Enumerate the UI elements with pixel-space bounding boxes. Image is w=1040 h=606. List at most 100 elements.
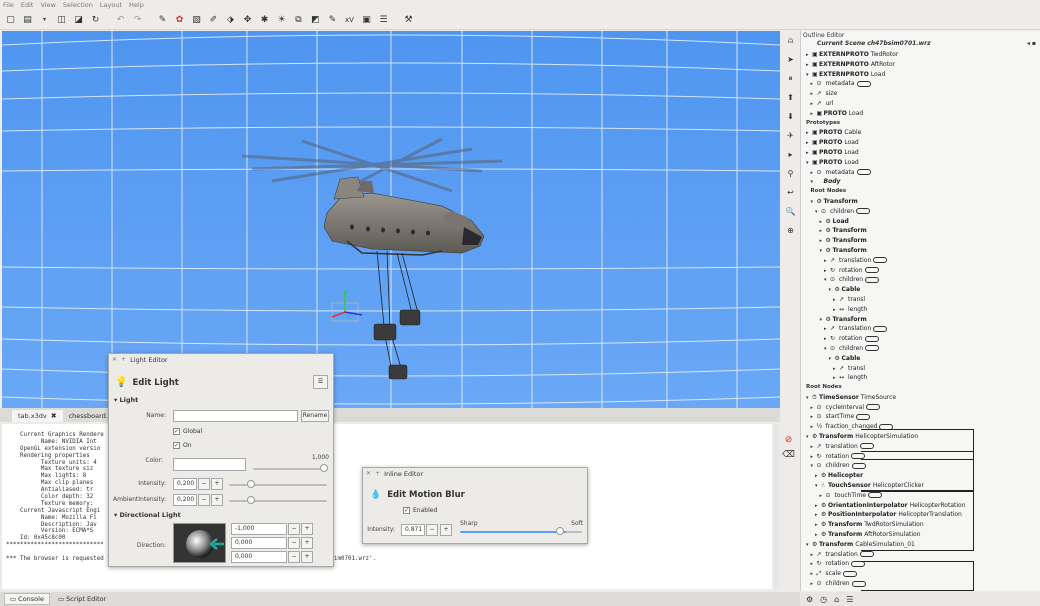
tree-node[interactable]: ▸ ▣PROTO Load [801,138,1040,148]
up-icon[interactable]: ⬆ [783,90,798,105]
tree-node[interactable]: ▸ ⊙ metadata [801,168,1040,178]
tree-node[interactable]: ▸ ⊙ startTime [801,412,1040,422]
field-icon[interactable]: ▣ [359,12,374,27]
examine-icon[interactable]: ⚲ [783,166,798,181]
direction-z-minus[interactable]: − [288,551,300,563]
color-slider-knob[interactable] [320,464,328,472]
field-route-icon[interactable] [859,551,874,558]
direction-y-plus[interactable]: + [301,537,313,549]
list-view-icon[interactable]: ☰ [846,595,853,604]
ambient-field[interactable]: 0,200 [173,494,197,506]
zoom-in-icon[interactable]: ⊕ [783,223,798,238]
color-slider[interactable] [253,468,327,470]
tree-node[interactable]: ▾ ▣PROTO Load [801,158,1040,168]
tree-node[interactable]: ▸ ▣EXTERNPROTO AftRotor [801,60,1040,70]
tree-node[interactable]: ▾ Body [801,177,1040,187]
outline-controls-icon[interactable]: ◂ ▪ [1027,40,1036,49]
tree-node[interactable]: ▸ ↻ rotation [801,334,1040,344]
close-icon[interactable]: ✖ [51,412,57,420]
tree-node[interactable]: ▸ ↗ translation [801,550,1040,560]
blur-intensity-field[interactable]: 0,871 [401,524,425,536]
direction-z-plus[interactable]: + [301,551,313,563]
list-icon[interactable]: ☰ [376,12,391,27]
clear-icon[interactable]: ⌫ [781,447,796,462]
tree-node[interactable]: ▾ ⊙ children [801,207,1040,217]
tree-node[interactable]: ▸ ↗ translation [801,256,1040,266]
next-icon[interactable]: ▸ [783,147,798,162]
enabled-checkbox[interactable]: ✓ Enabled [403,507,437,514]
tree-node[interactable]: ▸ ▣EXTERNPROTO TwdRotor [801,50,1040,60]
close-icon[interactable]: ✕ [366,470,371,477]
field-route-icon[interactable] [865,276,880,283]
tree-node[interactable]: ▸ ↗ size [801,89,1040,99]
history-icon[interactable]: ◷ [820,595,827,604]
field-route-icon[interactable] [865,345,880,352]
zoom-icon[interactable]: 🔍 [783,204,798,219]
settings-icon[interactable]: ⚙ [806,595,813,604]
name-field[interactable] [173,410,298,422]
tree-node[interactable]: ▸ ⚙ Load [801,217,1040,227]
undo-icon[interactable]: ↶ [113,12,128,27]
tree-node[interactable]: ▾ ⚙ Transform [801,246,1040,256]
menu-layout[interactable]: Layout [100,1,122,9]
script-icon[interactable]: xV [342,12,357,27]
tree-node[interactable]: ▾ ⚙ Cable [801,354,1040,364]
inline-editor-titlebar[interactable]: ✕ + Inline Editor [363,468,587,479]
tree-node[interactable]: ▾ ⊙ children [801,275,1040,285]
on-checkbox[interactable]: ✓ On [173,442,192,449]
direction-x-minus[interactable]: − [288,523,300,535]
intensity-slider-knob[interactable] [247,480,255,488]
rename-button[interactable]: Rename [301,410,329,422]
field-route-icon[interactable] [873,257,888,264]
new-icon[interactable]: ▢ [3,12,18,27]
tab-script-editor[interactable]: ▭ Script Editor [53,594,111,604]
direction-x-plus[interactable]: + [301,523,313,535]
color-icon[interactable]: ✿ [172,12,187,27]
tree-node[interactable]: ▸ ↔ length [801,373,1040,383]
tab-console[interactable]: ▭ Console [4,593,50,605]
tree-node[interactable]: ▾ ⚙ Transform [801,197,1040,207]
intensity-field[interactable]: 0,200 [173,478,197,490]
intensity-plus-button[interactable]: + [211,478,223,490]
light-editor-titlebar[interactable]: ✕ + Light Editor [109,354,333,365]
ambient-slider[interactable] [229,500,327,502]
tree-node[interactable]: ▸ ⊙ metadata [801,79,1040,89]
ambient-minus-button[interactable]: − [198,494,210,506]
direction-y-minus[interactable]: − [288,537,300,549]
tree-node[interactable]: ▾ ▣EXTERNPROTO Load [801,70,1040,80]
save-as-icon[interactable]: ◪ [71,12,86,27]
field-route-icon[interactable] [856,208,871,215]
field-route-icon[interactable] [865,404,880,411]
tree-node[interactable]: ▸ ⚙ Transform [801,236,1040,246]
home-icon[interactable]: ⌂ [834,595,839,604]
ambient-slider-knob[interactable] [247,496,255,504]
tab-x3dv[interactable]: tab.x3dv ✖ [12,410,63,422]
dropdown-icon[interactable]: ▾ [37,12,52,27]
tree-node[interactable]: ▸ ↔ length [801,305,1040,315]
stop-icon[interactable]: ⊘ [781,432,796,447]
tree-node[interactable]: ▸ ▣PROTO Load [801,109,1040,119]
move-icon[interactable]: ⬗ [223,12,238,27]
tree-node[interactable]: ▾ ⚙ Cable [801,285,1040,295]
tree-node[interactable]: ▾ ⊙ children [801,344,1040,354]
scale-icon[interactable]: ✱ [257,12,272,27]
intensity-slider[interactable] [229,484,327,486]
tree-node[interactable]: ▸ ↗ transl [801,295,1040,305]
direction-x-field[interactable]: -1,000 [231,523,287,535]
open-icon[interactable]: ▤ [20,12,35,27]
tree-node[interactable]: ▸ ↗ transl [801,364,1040,374]
reload-icon[interactable]: ↻ [88,12,103,27]
menu-view[interactable]: View [40,1,55,9]
navigate-icon[interactable]: ⍝ [783,33,798,48]
3d-viewport[interactable] [2,31,780,408]
menu-selection[interactable]: Selection [63,1,93,9]
direction-sphere[interactable] [173,523,226,563]
global-checkbox[interactable]: ✓ Global [173,428,202,435]
tree-node[interactable]: ▸ ↗ url [801,99,1040,109]
menu-file[interactable]: File [3,1,14,9]
tree-node[interactable]: ▸ ▣PROTO Cable [801,128,1040,138]
tree-node[interactable]: ▸ ↻ rotation [801,266,1040,276]
console-scrollbar[interactable] [773,424,779,589]
select-arrow-icon[interactable]: ➤ [783,52,798,67]
menu-edit[interactable]: Edit [21,1,34,9]
